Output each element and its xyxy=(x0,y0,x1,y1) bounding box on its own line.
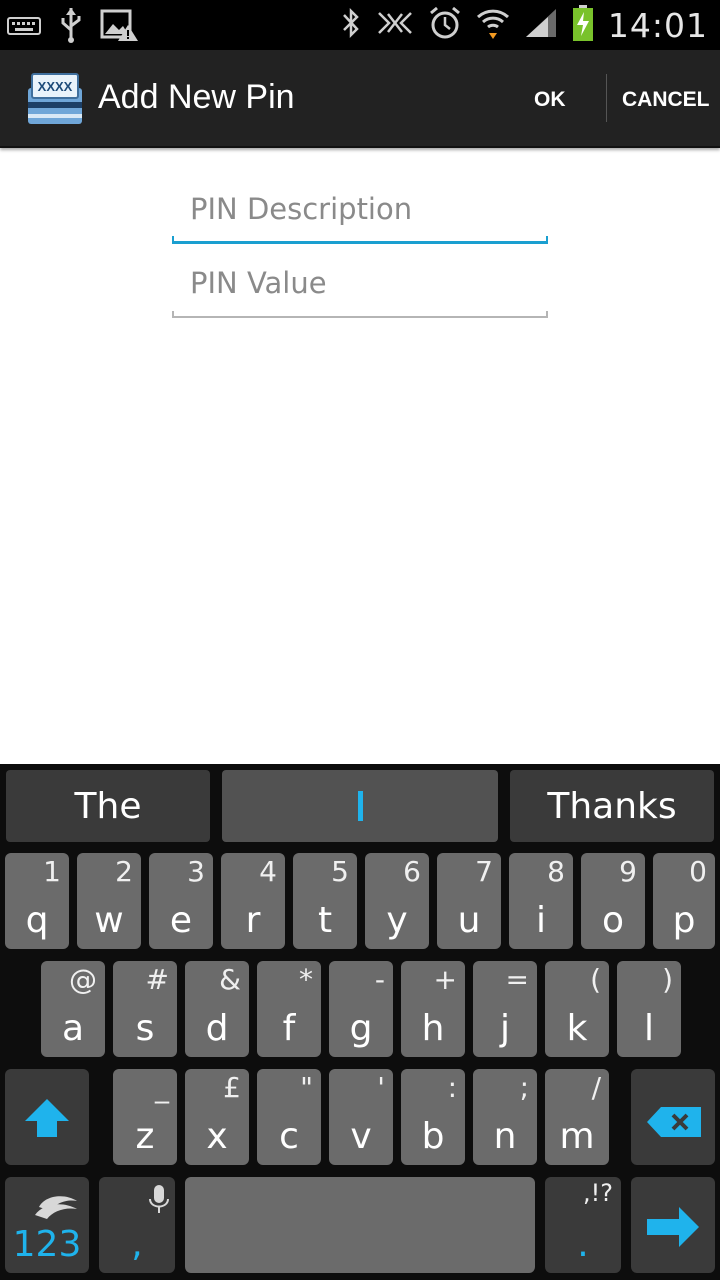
key-h[interactable]: + h xyxy=(401,961,465,1057)
pin-description-field[interactable]: PIN Description xyxy=(172,184,548,244)
key-a[interactable]: @ a xyxy=(41,961,105,1057)
key-v[interactable]: ' v xyxy=(329,1069,393,1165)
text-cursor xyxy=(357,791,363,821)
key-m[interactable]: / m xyxy=(545,1069,609,1165)
key-o[interactable]: 9o xyxy=(581,853,645,949)
app-icon-text: XXXX xyxy=(38,79,73,94)
soft-keyboard: The Thanks 1q 2w 3e 4r 5t 6y 7u 8i 9o 0p… xyxy=(0,764,720,1280)
signal-icon xyxy=(524,7,558,43)
comma-key[interactable]: , xyxy=(99,1177,175,1273)
suggestion-middle[interactable] xyxy=(222,770,498,842)
battery-charging-icon xyxy=(572,4,594,46)
key-u[interactable]: 7u xyxy=(437,853,501,949)
field-underline xyxy=(172,311,548,318)
key-c[interactable]: " c xyxy=(257,1069,321,1165)
key-p[interactable]: 0p xyxy=(653,853,715,949)
cancel-button[interactable]: CANCEL xyxy=(622,88,710,112)
key-z[interactable]: _ z xyxy=(113,1069,177,1165)
backspace-key[interactable] xyxy=(631,1069,715,1165)
space-key[interactable] xyxy=(185,1177,535,1273)
alarm-icon xyxy=(428,5,462,45)
key-e[interactable]: 3e xyxy=(149,853,213,949)
usb-icon xyxy=(58,6,84,48)
key-b[interactable]: :b xyxy=(401,1069,465,1165)
action-bar: XXXX Add New Pin OK CANCEL xyxy=(0,50,720,148)
image-warning-icon xyxy=(100,7,140,47)
key-r[interactable]: 4r xyxy=(221,853,285,949)
key-l[interactable]: ) l xyxy=(617,961,681,1057)
backspace-icon xyxy=(647,1107,701,1137)
enter-arrow-icon xyxy=(647,1207,699,1247)
key-x[interactable]: £ x xyxy=(185,1069,249,1165)
key-j[interactable]: = j xyxy=(473,961,537,1057)
key-w[interactable]: 2w xyxy=(77,853,141,949)
clock: 14:01 xyxy=(607,5,708,45)
pin-value-field[interactable]: PIN Value xyxy=(172,258,548,318)
field-underline xyxy=(172,236,548,244)
wifi-icon xyxy=(476,5,510,45)
app-icon: XXXX xyxy=(26,72,84,126)
enter-key[interactable] xyxy=(631,1177,715,1273)
keyboard-icon xyxy=(6,10,42,44)
key-i[interactable]: 8i xyxy=(509,853,573,949)
suggestion-right[interactable]: Thanks xyxy=(510,770,714,842)
shift-key[interactable] xyxy=(5,1069,89,1165)
key-d[interactable]: & d xyxy=(185,961,249,1057)
ok-button[interactable]: OK xyxy=(534,88,566,112)
suggestion-left[interactable]: The xyxy=(6,770,210,842)
nfc-icon xyxy=(376,8,414,42)
page-title: Add New Pin xyxy=(98,78,295,116)
pin-value-placeholder: PIN Value xyxy=(190,266,327,300)
key-y[interactable]: 6y xyxy=(365,853,429,949)
key-f[interactable]: * f xyxy=(257,961,321,1057)
key-q[interactable]: 1q xyxy=(5,853,69,949)
status-bar: 14:01 xyxy=(0,0,720,50)
period-key[interactable]: ,!? . xyxy=(545,1177,621,1273)
shift-arrow-icon xyxy=(25,1099,69,1137)
key-k[interactable]: (k xyxy=(545,961,609,1057)
bluetooth-icon xyxy=(340,6,362,44)
pin-description-placeholder: PIN Description xyxy=(190,192,413,226)
action-divider xyxy=(606,74,607,122)
key-t[interactable]: 5t xyxy=(293,853,357,949)
key-s[interactable]: # s xyxy=(113,961,177,1057)
key-g[interactable]: -g xyxy=(329,961,393,1057)
symbols-key[interactable]: 123 xyxy=(5,1177,89,1273)
key-n[interactable]: ; n xyxy=(473,1069,537,1165)
